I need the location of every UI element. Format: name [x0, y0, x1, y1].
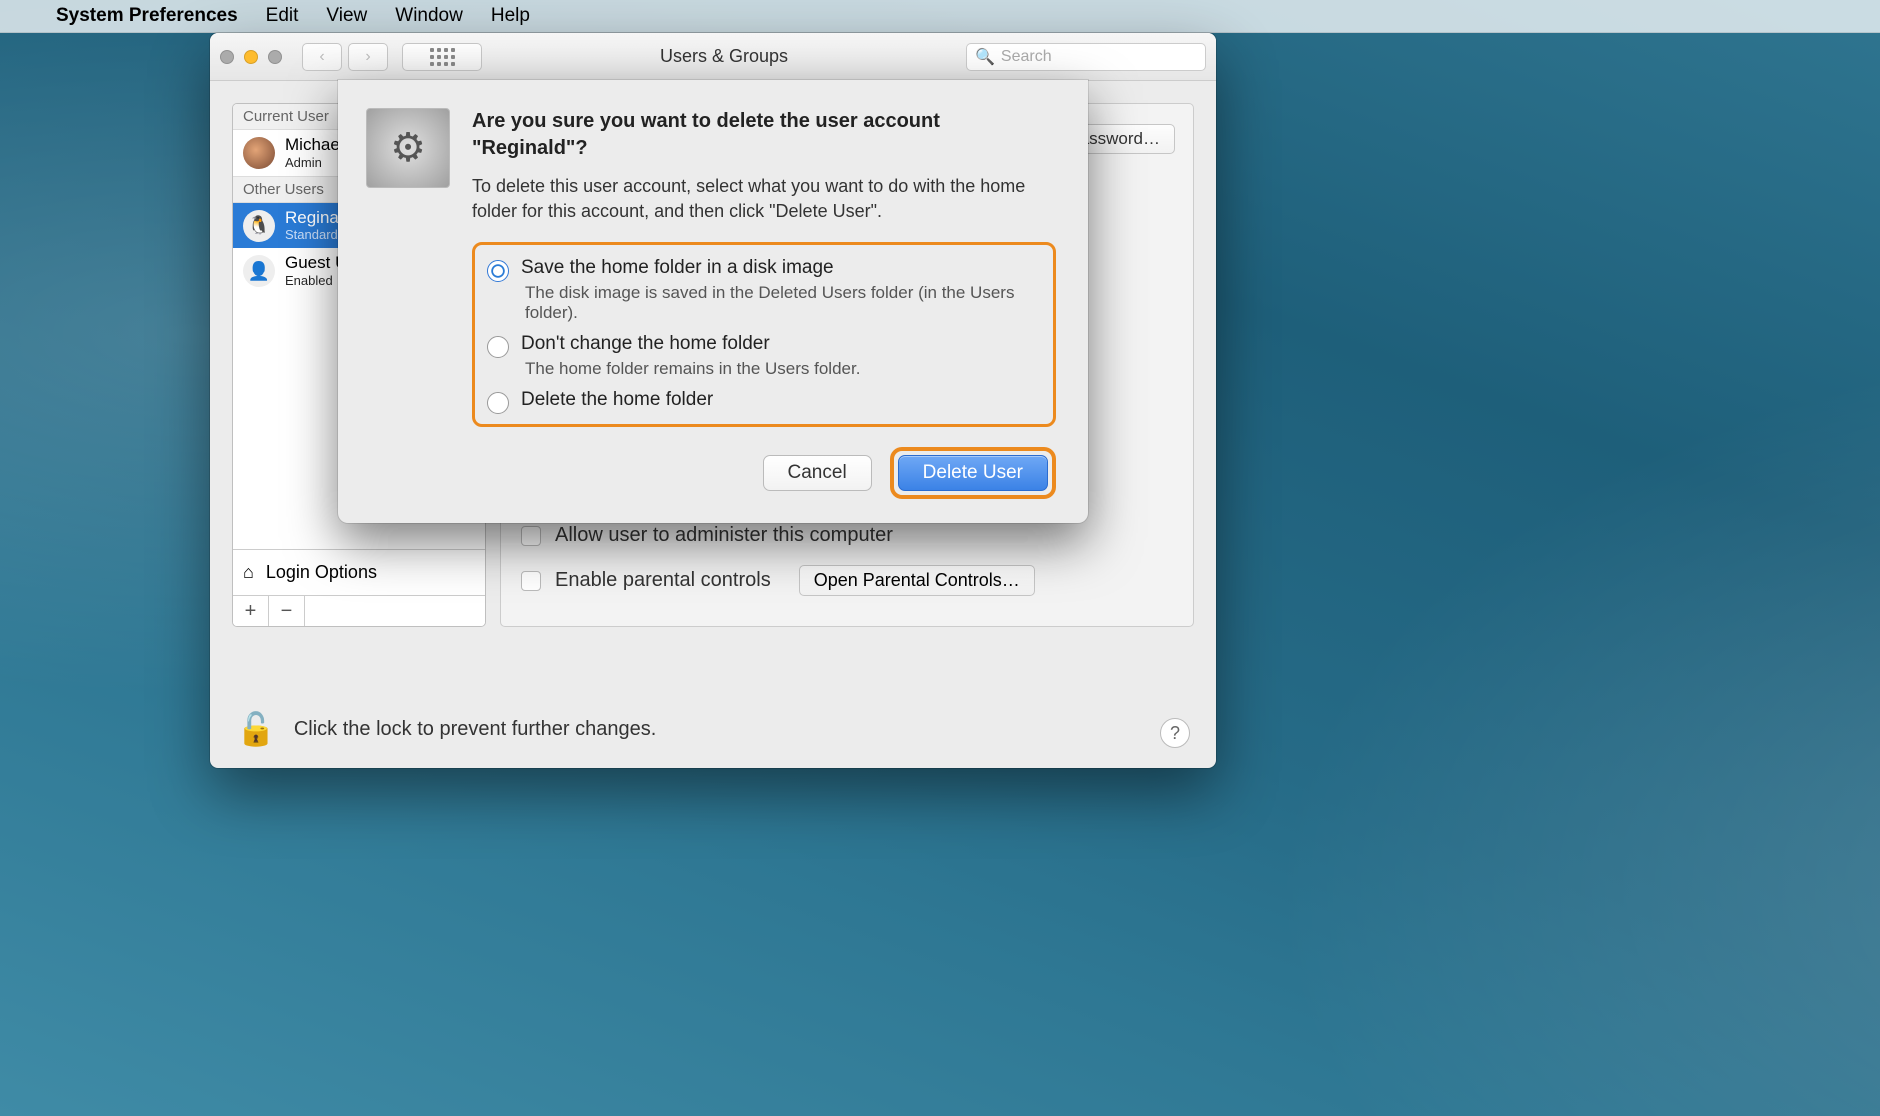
admin-checkbox-row: Allow user to administer this computer	[521, 524, 1173, 547]
avatar-icon	[243, 137, 275, 169]
radio-option-dont-change[interactable]: Don't change the home folder The home fo…	[487, 333, 1037, 379]
add-user-button[interactable]: +	[233, 596, 269, 626]
delete-user-dialog: Are you sure you want to delete the user…	[338, 80, 1088, 523]
lock-text: Click the lock to prevent further change…	[294, 718, 656, 741]
open-parental-controls-button[interactable]: Open Parental Controls…	[799, 565, 1035, 596]
app-menu[interactable]: System Preferences	[56, 5, 238, 27]
spacer	[305, 596, 485, 626]
login-options-item[interactable]: ⌂ Login Options	[233, 549, 485, 595]
login-options-label: Login Options	[266, 562, 377, 583]
radio-button[interactable]	[487, 260, 509, 282]
delete-user-button[interactable]: Delete User	[898, 455, 1048, 491]
radio-label: Save the home folder in a disk image	[521, 257, 1037, 279]
minimize-window-button[interactable]	[244, 50, 258, 64]
zoom-window-button[interactable]	[268, 50, 282, 64]
avatar-icon: 🐧	[243, 210, 275, 242]
window-traffic-lights	[220, 50, 282, 64]
user-name: Michael	[285, 136, 344, 155]
back-button[interactable]: ‹	[302, 43, 342, 71]
radio-label: Delete the home folder	[521, 389, 713, 411]
window-titlebar: ‹ › Users & Groups 🔍 Search	[210, 33, 1216, 81]
menu-window[interactable]: Window	[395, 5, 463, 27]
menubar: System Preferences Edit View Window Help	[0, 0, 1880, 33]
admin-checkbox[interactable]	[521, 526, 541, 546]
admin-checkbox-label: Allow user to administer this computer	[555, 524, 893, 547]
radio-desc: The home folder remains in the Users fol…	[521, 359, 860, 379]
window-title: Users & Groups	[482, 46, 966, 67]
dialog-subtext: To delete this user account, select what…	[472, 174, 1056, 224]
radio-button[interactable]	[487, 336, 509, 358]
forward-button[interactable]: ›	[348, 43, 388, 71]
cancel-button[interactable]: Cancel	[763, 455, 872, 491]
menu-help[interactable]: Help	[491, 5, 530, 27]
close-window-button[interactable]	[220, 50, 234, 64]
show-all-button[interactable]	[402, 43, 482, 71]
parental-checkbox-row: Enable parental controls Open Parental C…	[521, 565, 1173, 596]
parental-checkbox-label: Enable parental controls	[555, 569, 771, 592]
highlighted-action: Delete User	[890, 447, 1056, 499]
search-placeholder: Search	[1001, 48, 1052, 66]
system-prefs-icon	[366, 108, 450, 188]
parental-checkbox[interactable]	[521, 571, 541, 591]
user-role: Admin	[285, 155, 344, 170]
remove-user-button[interactable]: −	[269, 596, 305, 626]
radio-option-delete-folder[interactable]: Delete the home folder	[487, 389, 1037, 414]
radio-button[interactable]	[487, 392, 509, 414]
radio-desc: The disk image is saved in the Deleted U…	[521, 283, 1037, 323]
radio-option-save-disk-image[interactable]: Save the home folder in a disk image The…	[487, 257, 1037, 323]
unlocked-lock-icon[interactable]: 🔓	[236, 710, 276, 748]
dialog-heading: Are you sure you want to delete the user…	[472, 108, 1056, 162]
lock-row: 🔓 Click the lock to prevent further chan…	[236, 710, 656, 748]
house-icon: ⌂	[243, 562, 254, 583]
radio-label: Don't change the home folder	[521, 333, 860, 355]
user-add-remove-bar: + −	[233, 595, 485, 626]
avatar-icon: 👤	[243, 255, 275, 287]
help-button[interactable]: ?	[1160, 718, 1190, 748]
menu-view[interactable]: View	[326, 5, 367, 27]
search-field[interactable]: 🔍 Search	[966, 43, 1206, 71]
search-icon: 🔍	[975, 47, 995, 67]
grid-icon	[430, 48, 455, 66]
home-folder-options-group: Save the home folder in a disk image The…	[472, 242, 1056, 427]
menu-edit[interactable]: Edit	[266, 5, 299, 27]
